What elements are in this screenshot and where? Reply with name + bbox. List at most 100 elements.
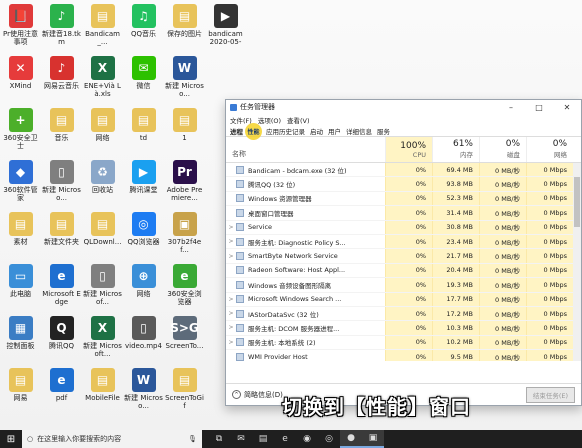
minimize-button[interactable]: – bbox=[497, 100, 525, 114]
menu-view[interactable]: 查看(V) bbox=[287, 115, 310, 125]
bandicam-icon[interactable]: ● bbox=[340, 430, 362, 448]
table-row[interactable]: > 服务主机: 本地系统 (2) 0% 10.2 MB 0 MB/秒 0 Mbps bbox=[226, 335, 581, 351]
desktop-icon[interactable]: ♫ QQ音乐 bbox=[123, 0, 164, 52]
desktop-icon[interactable]: ▭ 此电脑 bbox=[0, 260, 41, 312]
task-view-icon[interactable]: ⧉ bbox=[208, 430, 230, 448]
desktop-icon[interactable]: ▦ 控制面板 bbox=[0, 312, 41, 364]
tab-startup[interactable]: 启动 bbox=[310, 126, 323, 136]
process-name: 腾讯QQ (32 位) bbox=[248, 181, 296, 190]
expand-chevron-icon[interactable]: > bbox=[226, 238, 236, 245]
desktop-icon[interactable]: ♪ 网易云音乐 bbox=[41, 52, 82, 104]
desktop-icon[interactable]: X ENE+Vià Là.xls bbox=[82, 52, 123, 104]
title-bar[interactable]: 任务管理器 – □ ✕ bbox=[226, 100, 581, 114]
taskbar-search[interactable]: ○ 在这里输入你要搜索的内容 🎙 bbox=[22, 430, 202, 448]
process-memory: 31.4 MB bbox=[432, 206, 479, 220]
desktop-icon[interactable]: S>G ScreenTo... bbox=[164, 312, 205, 364]
scrollbar-thumb[interactable] bbox=[574, 177, 580, 227]
chrome-icon[interactable]: ◉ bbox=[296, 430, 318, 448]
table-row[interactable]: > IAStorDataSvc (32 位) 0% 17.2 MB 0 MB/秒 0 Mb… bbox=[226, 306, 581, 322]
desktop-icon-label: 360安全卫士 bbox=[3, 134, 38, 150]
desktop-icon[interactable]: e Microsoft Edge bbox=[41, 260, 82, 312]
table-row[interactable]: > 服务主机: Diagnostic Policy S... 0% 23.4 MB 0 … bbox=[226, 234, 581, 250]
tab-users[interactable]: 用户 bbox=[328, 126, 341, 136]
desktop-icon[interactable]: ▤ 网易 bbox=[0, 364, 41, 416]
windows-start-icon[interactable]: ⊞ bbox=[0, 430, 22, 448]
desktop-icon[interactable]: 📕 Pr使用注意事项 bbox=[0, 0, 41, 52]
desktop-icon[interactable]: ▣ 307b2f4ef... bbox=[164, 208, 205, 260]
table-row[interactable]: Bandicam - bdcam.exe (32 位) 0% 69.4 MB 0 MB… bbox=[226, 163, 581, 178]
column-disk[interactable]: 0% 磁盘 bbox=[479, 137, 526, 162]
click-highlight[interactable]: 性能 bbox=[245, 123, 262, 140]
scrollbar[interactable] bbox=[573, 163, 581, 361]
menu-options[interactable]: 选项(O) bbox=[258, 115, 281, 125]
folder-icon[interactable]: ▤ bbox=[252, 430, 274, 448]
desktop-icon[interactable]: ▯ video.mp4 bbox=[123, 312, 164, 364]
qq-icon: Q bbox=[49, 316, 74, 340]
tab-details[interactable]: 详细信息 bbox=[346, 126, 372, 136]
desktop-icon[interactable]: ▤ MobileFile bbox=[82, 364, 123, 416]
table-row[interactable]: WMI Provider Host 0% 9.5 MB 0 MB/秒 0 Mbps bbox=[226, 350, 581, 361]
close-button[interactable]: ✕ bbox=[553, 100, 581, 114]
table-row[interactable]: > 服务主机: DCOM 服务器进程... 0% 10.3 MB 0 MB/秒 0 Mbp… bbox=[226, 321, 581, 336]
desktop-icon[interactable]: W 新建 Microso... bbox=[123, 364, 164, 416]
desktop-icon[interactable]: Pr Adobe Premiere... bbox=[164, 156, 205, 208]
desktop-icon[interactable]: ▤ ScreenToGif bbox=[164, 364, 205, 416]
column-memory[interactable]: 61% 内存 bbox=[432, 137, 479, 162]
desktop-icon[interactable]: ▤ 素材 bbox=[0, 208, 41, 260]
desktop-icon[interactable]: ▤ 新建文件夹 bbox=[41, 208, 82, 260]
expand-chevron-icon[interactable]: > bbox=[226, 310, 236, 317]
desktop-icon[interactable]: ◆ 360软件管家 bbox=[0, 156, 41, 208]
tab-services[interactable]: 服务 bbox=[377, 126, 390, 136]
desktop-icon[interactable]: ▤ 1 bbox=[164, 104, 205, 156]
desktop-icon[interactable]: ◎ QQ浏览器 bbox=[123, 208, 164, 260]
desktop-icon[interactable]: e 360安全浏览器 bbox=[164, 260, 205, 312]
desktop-icon[interactable]: ▤ Bandicam_... bbox=[82, 0, 123, 52]
expand-chevron-icon[interactable]: > bbox=[226, 324, 236, 331]
column-name[interactable]: 名称 bbox=[226, 137, 385, 162]
desktop-icon[interactable]: ♻ 回收站 bbox=[82, 156, 123, 208]
table-row[interactable]: Windows 资源管理器 0% 52.3 MB 0 MB/秒 0 Mbps bbox=[226, 191, 581, 207]
desktop-icon[interactable]: X 新建 Microsoft... bbox=[82, 312, 123, 364]
desktop-icon[interactable]: ▤ 保存的图片 bbox=[164, 0, 205, 52]
column-cpu[interactable]: 100% CPU bbox=[385, 137, 432, 162]
mail-icon[interactable]: ✉ bbox=[230, 430, 252, 448]
table-row[interactable]: > Microsoft Windows Search ... 0% 17.7 MB 0 … bbox=[226, 292, 581, 307]
desktop-icon[interactable]: ▤ 音乐 bbox=[41, 104, 82, 156]
expand-chevron-icon[interactable]: > bbox=[226, 253, 236, 260]
table-row[interactable]: > Service 0% 30.8 MB 0 MB/秒 0 Mbps bbox=[226, 220, 581, 235]
desktop-icon[interactable]: W 新建 Microso... bbox=[164, 52, 205, 104]
process-cpu: 0% bbox=[385, 206, 432, 220]
desktop-icon[interactable]: ✉ 微信 bbox=[123, 52, 164, 104]
microphone-icon[interactable]: 🎙 bbox=[188, 435, 197, 443]
desktop-icon[interactable]: +360安全卫士 bbox=[0, 104, 41, 156]
table-row[interactable]: > SmartByte Network Service 0% 21.7 MB 0 MB/… bbox=[226, 249, 581, 264]
edge-icon[interactable]: e bbox=[274, 430, 296, 448]
maximize-button[interactable]: □ bbox=[525, 100, 553, 114]
tab-app-history[interactable]: 应用历史记录 bbox=[266, 126, 305, 136]
expand-chevron-icon[interactable]: > bbox=[226, 224, 236, 231]
desktop-icon[interactable]: ▯ 新建 Microso... bbox=[41, 156, 82, 208]
desktop-icon[interactable]: ▤ 网络 bbox=[82, 104, 123, 156]
table-row[interactable]: 腾讯QQ (32 位) 0% 93.8 MB 0 MB/秒 0 Mbps bbox=[226, 177, 581, 192]
desktop-icon[interactable]: ▶ bandicam 2020-05-3... bbox=[205, 0, 246, 52]
desktop-icon[interactable]: ✕ XMind bbox=[0, 52, 41, 104]
desktop-icon[interactable]: ⊕ 网络 bbox=[123, 260, 164, 312]
desktop-icon[interactable]: Q 腾讯QQ bbox=[41, 312, 82, 364]
expand-chevron-icon[interactable]: > bbox=[226, 296, 236, 303]
desktop-icon[interactable]: ♪ 新建音18.tkm bbox=[41, 0, 82, 52]
table-row[interactable]: Radeon Software: Host Appl... 0% 20.4 MB 0 … bbox=[226, 263, 581, 279]
column-network[interactable]: 0% 网络 bbox=[526, 137, 573, 162]
task-manager-icon[interactable]: ▣ bbox=[362, 430, 384, 448]
table-row[interactable]: Windows 音频设备图形隔离 0% 19.3 MB 0 MB/秒 0 Mbps bbox=[226, 278, 581, 293]
desktop-icon[interactable]: e pdf bbox=[41, 364, 82, 416]
desktop-icon[interactable]: ▯ 新建 Microsof... bbox=[82, 260, 123, 312]
table-row[interactable]: 桌面窗口管理器 0% 31.4 MB 0 MB/秒 0 Mbps bbox=[226, 206, 581, 221]
desktop-icon[interactable]: ▶ 腾讯课堂 bbox=[123, 156, 164, 208]
desktop-icon[interactable]: ▤ QLDownl... bbox=[82, 208, 123, 260]
expand-chevron-icon[interactable]: > bbox=[226, 339, 236, 346]
360browser-icon[interactable]: ◎ bbox=[318, 430, 340, 448]
end-task-button[interactable]: 结束任务(E) bbox=[525, 386, 575, 403]
desktop-icon[interactable]: ▤ td bbox=[123, 104, 164, 156]
tab-processes[interactable]: 进程 bbox=[230, 126, 243, 136]
fewer-details-button[interactable]: ^ 简略信息(D) bbox=[232, 390, 283, 400]
